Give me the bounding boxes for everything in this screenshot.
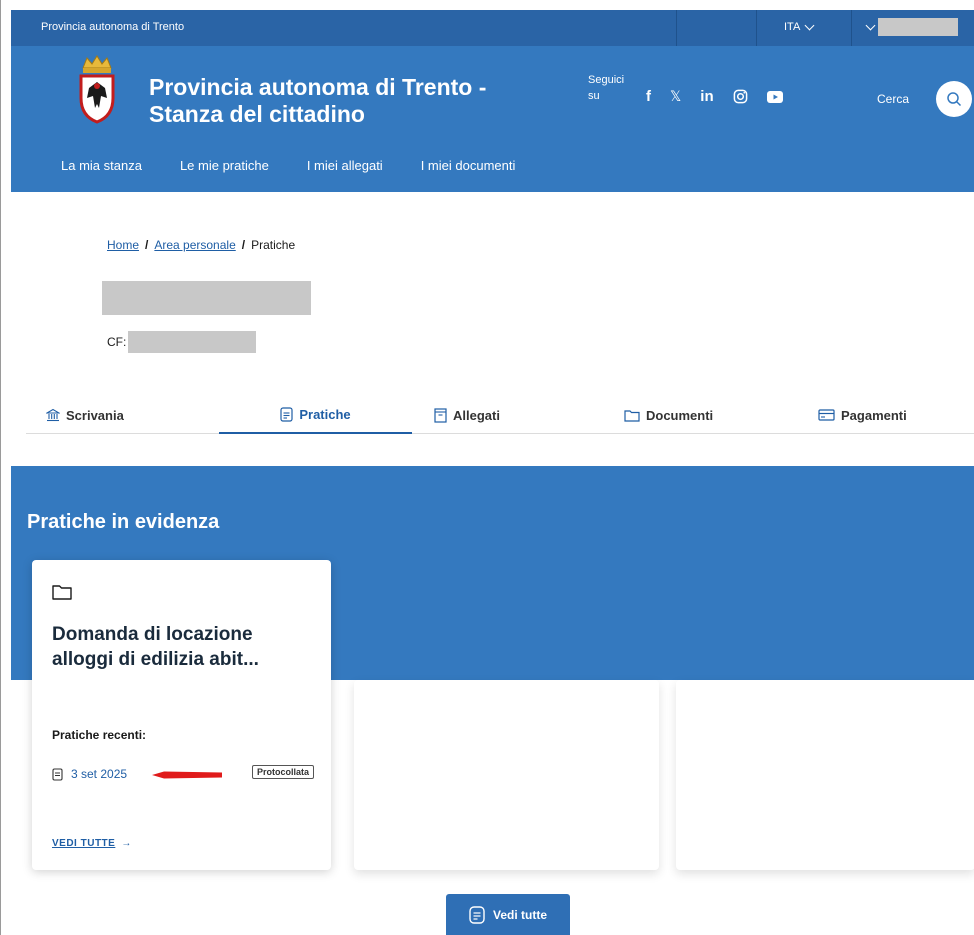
site-header: Provincia autonoma di Trento - Stanza de… [11, 46, 974, 192]
document-icon [280, 406, 293, 422]
recent-practices-label: Pratiche recenti: [52, 728, 147, 742]
tab-pratiche[interactable]: Pratiche [219, 396, 412, 434]
divider [676, 10, 677, 46]
bank-icon [46, 408, 60, 422]
tab-pagamenti[interactable]: Pagamenti [818, 396, 907, 434]
tab-allegati[interactable]: Allegati [434, 396, 500, 434]
tab-documenti[interactable]: Documenti [624, 396, 713, 434]
user-menu[interactable] [865, 18, 958, 36]
institution-link[interactable]: Provincia autonoma di Trento [41, 21, 184, 33]
recent-practice-item[interactable]: 3 set 2025 Protocollata [52, 765, 314, 782]
search-label: Cerca [877, 92, 910, 106]
recent-practice-date[interactable]: 3 set 2025 [71, 767, 127, 781]
breadcrumb-separator: / [145, 238, 149, 252]
x-twitter-icon[interactable]: 𝕏 [670, 88, 681, 105]
tab-label: Scrivania [66, 407, 124, 423]
tab-label: Pagamenti [841, 407, 907, 423]
credit-card-icon [818, 409, 835, 421]
social-links: f 𝕏 in [646, 88, 783, 105]
folder-icon [624, 409, 640, 422]
follow-line: su [588, 90, 600, 102]
practice-title-line: alloggi di edilizia abit... [52, 649, 259, 670]
see-all-button-label: Vedi tutte [492, 907, 547, 922]
breadcrumb-separator: / [241, 238, 246, 252]
empty-card [676, 680, 974, 870]
instagram-icon[interactable] [733, 89, 748, 104]
follow-line: Seguici [588, 74, 625, 86]
nav-my-room[interactable]: La mia stanza [61, 158, 142, 173]
divider [756, 10, 757, 46]
main-nav: La mia stanza Le mie pratiche I miei all… [61, 158, 553, 173]
site-title-line: Stanza del cittadino [149, 101, 365, 127]
red-arrow-annotation [152, 771, 222, 779]
browser-frame: Provincia autonoma di Trento ITA Provinc… [0, 0, 974, 935]
search-button[interactable] [936, 81, 972, 117]
search-icon [947, 92, 962, 107]
nav-my-documents[interactable]: I miei documenti [421, 158, 516, 173]
tab-scrivania[interactable]: Scrivania [46, 396, 124, 434]
nav-my-practices[interactable]: Le mie pratiche [180, 158, 269, 173]
archive-icon [434, 407, 447, 423]
breadcrumb: Home / Area personale / Pratiche [107, 238, 295, 252]
chevron-down-icon [804, 20, 815, 30]
language-label: ITA [784, 21, 801, 33]
practice-card: Domanda di locazione alloggi di edilizia… [32, 560, 331, 870]
document-icon [52, 767, 63, 781]
fiscal-code-label: CF: [107, 335, 127, 349]
practice-title-line: Domanda di locazione [52, 624, 253, 645]
redacted-fiscal-code [128, 331, 257, 353]
folder-icon [52, 585, 72, 600]
top-bar: Provincia autonoma di Trento ITA [11, 10, 974, 46]
breadcrumb-home[interactable]: Home [107, 238, 139, 252]
site-title[interactable]: Provincia autonoma di Trento - Stanza de… [149, 74, 529, 128]
fiscal-code: CF: [107, 331, 257, 353]
chevron-down-icon [865, 20, 876, 30]
see-all-button[interactable]: Vedi tutte [446, 894, 570, 935]
area-tabs: Scrivania Pratiche Allegati Documenti Pa… [26, 396, 974, 434]
site-title-line: Provincia autonoma di Trento - [149, 74, 487, 100]
tab-label: Pratiche [299, 406, 351, 422]
arrow-right-icon: → [121, 838, 132, 849]
tab-label: Allegati [453, 407, 500, 423]
practice-title[interactable]: Domanda di locazione alloggi di edilizia… [52, 622, 317, 672]
document-icon [469, 905, 485, 924]
breadcrumb-personal-area[interactable]: Area personale [154, 238, 235, 252]
redacted-user-name [102, 281, 311, 315]
divider [851, 10, 852, 46]
see-all-label: VEDI TUTTE [52, 838, 116, 849]
tab-label: Documenti [646, 407, 714, 423]
youtube-icon[interactable] [766, 90, 783, 103]
linkedin-icon[interactable]: in [700, 88, 713, 105]
breadcrumb-current: Pratiche [251, 238, 296, 252]
status-badge: Protocollata [251, 765, 314, 779]
facebook-icon[interactable]: f [646, 88, 651, 105]
coat-of-arms-icon [79, 55, 115, 124]
redacted-username [878, 18, 958, 36]
featured-title: Pratiche in evidenza [27, 511, 220, 533]
follow-us-label: Seguici su [588, 72, 625, 104]
language-selector[interactable]: ITA [784, 20, 815, 33]
see-all-link[interactable]: VEDI TUTTE → [52, 838, 132, 849]
empty-card [354, 680, 659, 870]
nav-my-attachments[interactable]: I miei allegati [307, 158, 383, 173]
